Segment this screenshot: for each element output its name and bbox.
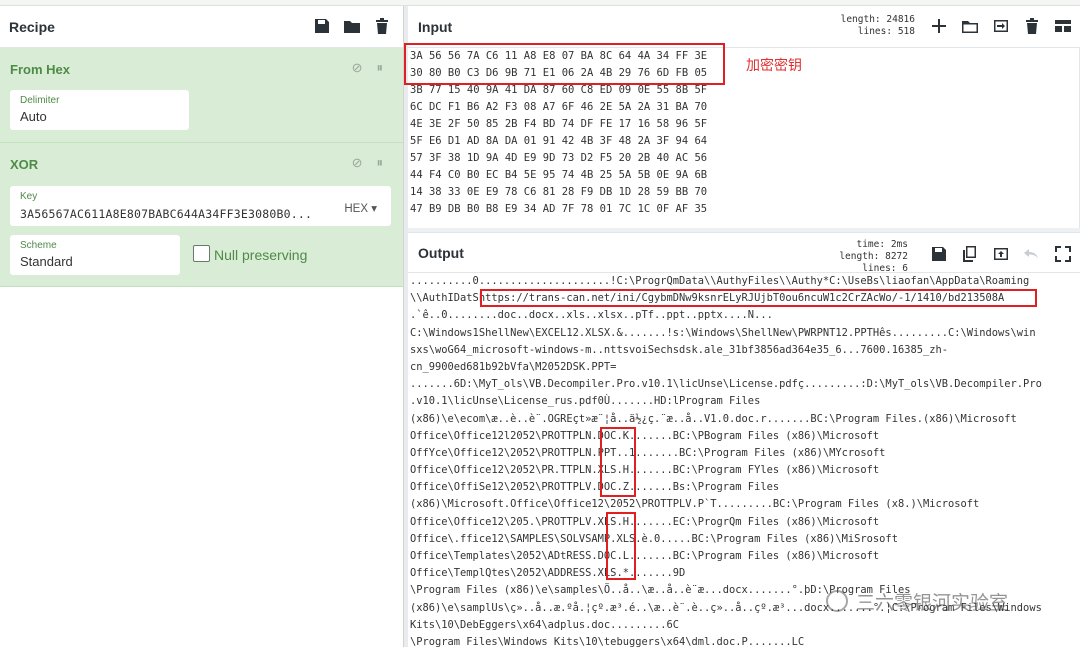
open-folder-icon[interactable]	[961, 17, 979, 35]
folder-icon[interactable]	[343, 17, 361, 35]
output-text-line: (x86)\Microsoft.Office\Office12\2052\PRO…	[410, 498, 980, 511]
input-title: Input	[418, 18, 453, 35]
undo-icon[interactable]	[1023, 245, 1041, 263]
output-text-line: .v10.1\licUnse\License_rus.pdf0Ù.......H…	[410, 395, 761, 408]
output-text-line: Office\Office12l2052\PROTTPLN.DOC.K.....…	[410, 429, 880, 442]
key-label: Key	[20, 191, 38, 202]
scheme-label: Scheme	[20, 240, 57, 251]
delimiter-field[interactable]: Delimiter Auto	[10, 90, 189, 130]
null-preserving-label: Null preserving	[214, 247, 308, 263]
output-text-line: (x86)\e\ecom\æ..è..è¨.OGREçt»æ¨¦å..ä½¿ç.…	[410, 412, 1017, 425]
output-time-value: 2ms	[890, 239, 908, 250]
pause-icon[interactable]: ⏸	[377, 155, 384, 171]
input-length-value: 24816	[886, 14, 915, 25]
scheme-field[interactable]: Scheme Standard	[10, 235, 180, 275]
output-length-label: length:	[839, 251, 880, 262]
input-stats: length: 24816 lines: 518	[841, 14, 915, 38]
output-text-line: sxs\woG64_microsoft-windows-m..nttsvoiSe…	[410, 343, 948, 356]
null-preserving-checkbox[interactable]	[193, 245, 210, 262]
input-lines-label: lines:	[857, 26, 893, 37]
op-xor[interactable]: XOR ⊘ ⏸ Key 3A56567AC611A8E807BABC644A34…	[0, 143, 403, 287]
key-value: 3A56567AC611A8E807BABC644A34FF3E3080B0..…	[20, 207, 313, 221]
watermark-text: 三六零银河实验室	[856, 592, 1009, 614]
watermark-logo-icon	[826, 590, 848, 612]
input-lines-value: 518	[897, 26, 915, 37]
output-text-line: Office\TemplQtes\2052\ADDRESS.XLS.*.....…	[410, 567, 686, 580]
delimiter-value: Auto	[20, 109, 47, 124]
disable-icon[interactable]: ⊘	[352, 155, 363, 171]
cyberchef-window: Recipe From Hex ⊘ ⏸ Delimiter Auto XOR ⊘	[0, 0, 1080, 647]
copy-icon[interactable]	[961, 245, 979, 263]
disable-icon[interactable]: ⊘	[352, 60, 363, 76]
encryption-key-annotation: 加密密钥	[746, 58, 802, 74]
input-hex-line: 47 B9 DB B0 B8 E9 34 AD 7F 78 01 7C 1C 0…	[410, 203, 708, 215]
output-time-label: time:	[856, 239, 886, 250]
output-text-line: .......6D:\MyT_ols\VB.Decompiler.Pro.v10…	[410, 378, 1042, 391]
url-highlight-box	[480, 289, 1037, 307]
output-text-line: Office\Office12\2052\PR.TTPLN.XLS.H.....…	[410, 464, 880, 477]
output-text-line: Office\Templates\2052\ADtRESS.DOC.L.....…	[410, 550, 880, 562]
recipe-header: Recipe	[0, 6, 403, 48]
output-text-line: Office\.ffice12\SAMPLES\SOLVSAMP.XLS.è.0…	[410, 532, 898, 545]
key-field[interactable]: Key 3A56567AC611A8E807BABC644A34FF3E3080…	[10, 186, 391, 226]
scheme-value: Standard	[20, 254, 73, 269]
key-format-dropdown[interactable]: HEX ▾	[344, 201, 377, 215]
output-stats: time: 2ms length: 8272 lines: 6	[839, 239, 908, 275]
input-hex-line: 5F E6 D1 AD 8A DA 01 91 42 4B 3F 48 2A 3…	[410, 135, 708, 147]
recipe-title: Recipe	[9, 18, 55, 35]
output-text-line: OffYce\Office12\2052\PROTTPLN.PPT..1....…	[410, 446, 886, 459]
input-hex-line: 4E 3E 2F 50 85 2B F4 BD 74 DF FE 17 16 5…	[410, 118, 708, 130]
ext-highlight-box-1	[600, 427, 636, 497]
delimiter-label: Delimiter	[20, 95, 60, 106]
output-text-line: C:\Windows1ShellNew\EXCEL12.XLSX.&......…	[410, 326, 1036, 339]
output-text-line: cn_9900ed681b92bVfa\M2052DSK.PPT=	[410, 360, 617, 373]
ext-highlight-box-2	[606, 512, 636, 580]
output-header: Output time: 2ms length: 8272 lines: 6	[408, 232, 1080, 275]
op-from-hex[interactable]: From Hex ⊘ ⏸ Delimiter Auto	[0, 48, 403, 143]
trash-icon[interactable]	[1023, 17, 1041, 35]
output-length-value: 8272	[885, 251, 908, 262]
layout-icon[interactable]	[1054, 17, 1072, 35]
key-highlight-box	[404, 43, 725, 85]
maximize-icon[interactable]	[1054, 245, 1072, 263]
import-icon[interactable]	[992, 17, 1010, 35]
add-icon[interactable]	[930, 17, 948, 35]
output-text-line: \Program Files\Windows Kits\10\tebuggers…	[410, 635, 805, 647]
input-hex-line: 6C DC F1 B6 A2 F3 08 A7 6F 46 2E 5A 2A 3…	[410, 101, 708, 113]
output-text-line: .`ê..0........doc..docx..xls..xlsx..pTf.…	[410, 309, 773, 322]
output-text-line: Office\Office12\205.\PROTTPLV.XLS.H.....…	[410, 515, 880, 528]
save-icon[interactable]	[313, 17, 331, 35]
input-hex-line: 44 F4 C0 B0 EC B4 5E 95 74 4B 25 5A 5B 0…	[410, 169, 708, 181]
output-text-line: Office\OffiSe12\2052\PROTTPLV.DOC.Z.....…	[410, 481, 780, 494]
output-text-line: ..........0.....................!C:\Prog…	[410, 275, 1030, 287]
save-output-icon[interactable]	[930, 245, 948, 263]
op-from-hex-title: From Hex	[10, 62, 70, 77]
output-title: Output	[418, 244, 464, 261]
input-header: Input length: 24816 lines: 518	[408, 6, 1080, 48]
recipe-panel: Recipe From Hex ⊘ ⏸ Delimiter Auto XOR ⊘	[0, 6, 404, 647]
output-text-line: Kits\10\DebEggers\x64\adplus.doc........…	[410, 618, 679, 631]
replace-input-icon[interactable]	[992, 245, 1010, 263]
io-panel: Input length: 24816 lines: 518 3A 56 56 …	[408, 6, 1080, 647]
trash-icon[interactable]	[373, 17, 391, 35]
op-xor-title: XOR	[10, 157, 39, 172]
pause-icon[interactable]: ⏸	[377, 60, 384, 76]
input-hex-line: 14 38 33 0E E9 78 C6 81 28 F9 DB 1D 28 5…	[410, 186, 708, 198]
input-length-label: length:	[840, 14, 881, 25]
input-hex-line: 57 3F 38 1D 9A 4D E9 9D 73 D2 F5 20 2B 4…	[410, 152, 708, 164]
